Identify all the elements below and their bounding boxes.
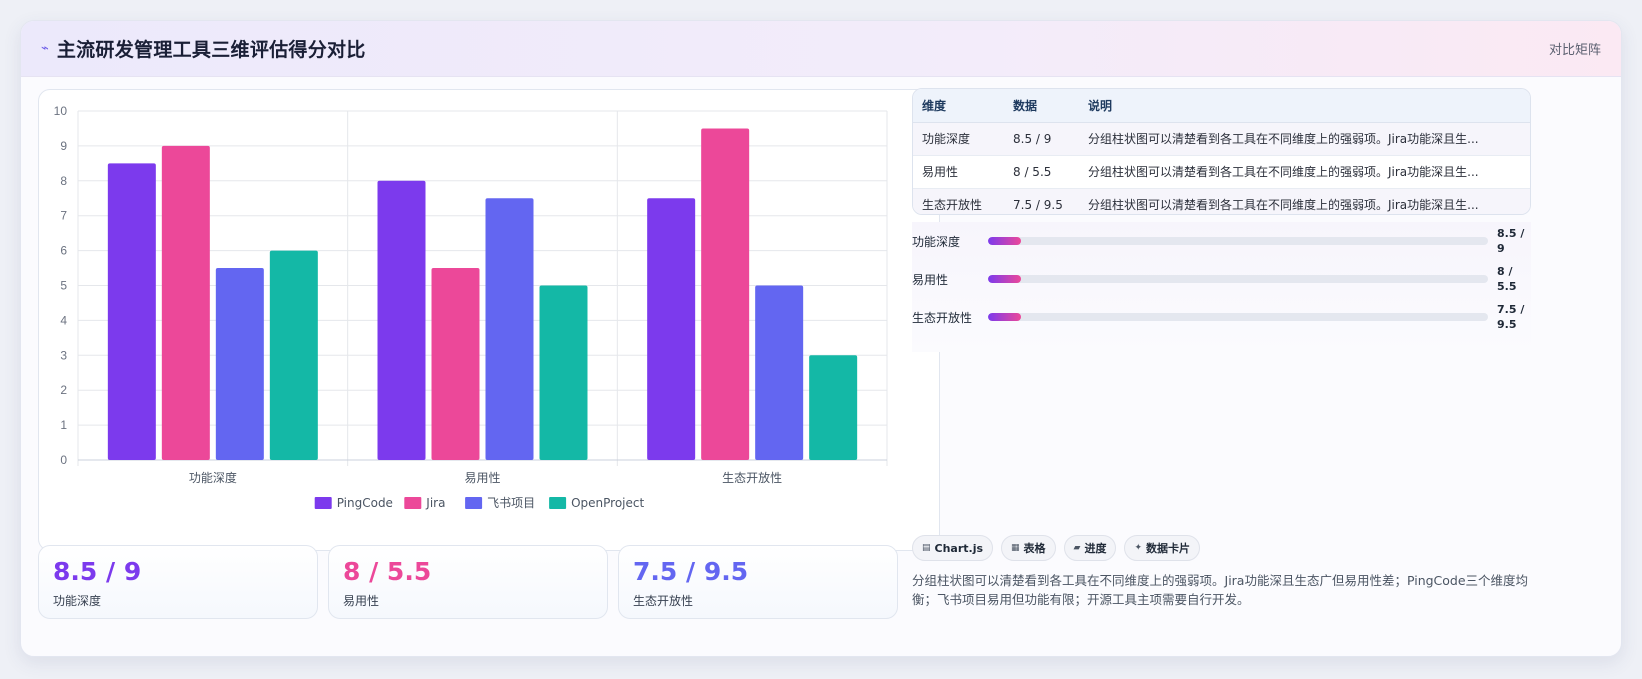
table-cell: 7.5 / 9.5 (1004, 188, 1079, 214)
table-icon: ▦ (1011, 543, 1020, 553)
chip-label: Chart.js (934, 541, 984, 555)
progress-icon: ▰ (1073, 543, 1081, 553)
progress-section: 功能深度 8.5 / 9 易用性 8 / 5.5 生态开放性 7.5 / 9.5 (912, 222, 1531, 352)
chip-table[interactable]: ▦ 表格 (1001, 535, 1056, 561)
table-row: 易用性 8 / 5.5 分组柱状图可以清楚看到各工具在不同维度上的强弱项。Jir… (913, 155, 1530, 189)
page-title: 主流研发管理工具三维评估得分对比 (56, 39, 366, 61)
progress-track (988, 313, 1488, 321)
chip-data-card[interactable]: ✦ 数据卡片 (1124, 535, 1201, 561)
chip-label: 进度 (1084, 542, 1107, 555)
chip-label: 表格 (1023, 542, 1046, 555)
y-tick-label: 8 (60, 174, 67, 188)
chart-icon: ▤ (922, 543, 931, 553)
column-header: 维度 (913, 89, 1004, 123)
summary-text: 分组柱状图可以清楚看到各工具在不同维度上的强弱项。Jira功能深且生态广但易用性… (912, 573, 1529, 607)
y-tick-label: 2 (60, 383, 67, 397)
progress-value: 7.5 / 9.5 (1497, 303, 1525, 331)
stat-label: 易用性 (343, 594, 380, 608)
table-cell: 8 / 5.5 (1004, 155, 1079, 189)
stat-card-2: 8 / 5.5 易用性 (328, 545, 608, 619)
y-tick-label: 9 (60, 139, 67, 153)
stat-card-3: 7.5 / 9.5 生态开放性 (618, 545, 898, 619)
bar (269, 250, 318, 460)
table-row: 功能深度 8.5 / 9 分组柱状图可以清楚看到各工具在不同维度上的强弱项。Ji… (913, 122, 1530, 156)
x-tick-label: 生态开放性 (722, 470, 782, 485)
progress-fill (988, 237, 1021, 245)
bar (377, 180, 426, 461)
feature-chips: ▤ Chart.js ▦ 表格 ▰ 进度 ✦ 数据卡片 (912, 535, 1201, 561)
grouped-bar-chart: 0 1 2 3 4 5 6 7 8 9 10 功能深度 易用性 生态开放性 PingCode Jira 飞书项目… (54, 104, 888, 510)
legend-swatch (404, 497, 422, 509)
stat-value: 8 / 5.5 (343, 557, 432, 586)
legend-swatch (549, 497, 567, 509)
progress-row: 易用性 8 / 5.5 (912, 263, 1531, 295)
y-tick-label: 3 (60, 348, 67, 362)
card-header: ⌁ 主流研发管理工具三维评估得分对比 对比矩阵 (21, 21, 1621, 77)
y-tick-label: 1 (60, 418, 67, 432)
header-tag: 对比矩阵 (1548, 43, 1601, 58)
bolt-icon: ⌁ (41, 41, 49, 56)
chip-progress[interactable]: ▰ 进度 (1063, 535, 1117, 561)
progress-label: 生态开放性 (912, 310, 973, 325)
table-header-row: 维度 数据 说明 (913, 89, 1530, 123)
table-cell: 易用性 (913, 155, 1004, 189)
stat-label: 功能深度 (53, 594, 102, 608)
table-cell: 分组柱状图可以清楚看到各工具在不同维度上的强弱项。Jira功能深且生... (1079, 188, 1530, 214)
table-cell: 生态开放性 (913, 188, 1004, 214)
legend-label: 飞书项目 (487, 496, 535, 510)
chip-chartjs[interactable]: ▤ Chart.js (912, 535, 994, 561)
table-cell: 功能深度 (913, 122, 1004, 156)
legend-swatch (465, 497, 483, 509)
bar (809, 355, 858, 460)
y-tick-label: 7 (60, 209, 67, 223)
y-tick-label: 5 (60, 279, 67, 293)
column-header: 数据 (1004, 89, 1079, 123)
progress-value: 8 / 5.5 (1497, 265, 1517, 293)
table-cell: 分组柱状图可以清楚看到各工具在不同维度上的强弱项。Jira功能深且生... (1079, 122, 1530, 156)
legend-label: PingCode (337, 496, 393, 510)
progress-track (988, 275, 1488, 283)
table-cell: 8.5 / 9 (1004, 122, 1079, 156)
data-table: 维度 数据 说明 功能深度 8.5 / 9 分组柱状图可以清楚看到各工具在不同维… (913, 89, 1530, 214)
bar (431, 268, 480, 460)
bar (161, 145, 210, 460)
progress-fill (988, 313, 1021, 321)
stat-value: 8.5 / 9 (53, 557, 142, 586)
bar (701, 128, 750, 460)
bar (647, 198, 696, 460)
bar (107, 163, 156, 460)
progress-row: 生态开放性 7.5 / 9.5 (912, 301, 1531, 333)
stat-value: 7.5 / 9.5 (633, 557, 749, 586)
progress-fill (988, 275, 1021, 283)
progress-value: 8.5 / 9 (1497, 227, 1525, 255)
column-header: 说明 (1079, 89, 1530, 123)
table-row: 生态开放性 7.5 / 9.5 分组柱状图可以清楚看到各工具在不同维度上的强弱项… (913, 188, 1530, 214)
progress-label: 易用性 (912, 272, 949, 287)
bar (485, 198, 534, 460)
legend-swatch (314, 497, 332, 509)
sparkle-icon: ✦ (1134, 543, 1143, 553)
legend-label: Jira (425, 496, 445, 510)
x-tick-label: 易用性 (464, 471, 500, 485)
chip-label: 数据卡片 (1146, 542, 1191, 555)
bar-chart-panel: 0 1 2 3 4 5 6 7 8 9 10 功能深度 易用性 生态开放性 PingCode Jira 飞书项目… (38, 89, 940, 551)
data-table-panel: 维度 数据 说明 功能深度 8.5 / 9 分组柱状图可以清楚看到各工具在不同维… (912, 88, 1531, 215)
progress-label: 功能深度 (912, 234, 961, 249)
stat-card-1: 8.5 / 9 功能深度 (38, 545, 318, 619)
y-tick-label: 6 (60, 244, 67, 258)
bar (215, 268, 264, 460)
x-tick-label: 功能深度 (189, 470, 237, 485)
y-tick-label: 0 (60, 453, 67, 467)
progress-row: 功能深度 8.5 / 9 (912, 225, 1531, 257)
stat-label: 生态开放性 (633, 594, 694, 608)
bar (755, 285, 804, 460)
bar (539, 285, 588, 460)
legend-label: OpenProject (571, 496, 644, 510)
table-cell: 分组柱状图可以清楚看到各工具在不同维度上的强弱项。Jira功能深且生... (1079, 155, 1530, 189)
progress-track (988, 237, 1488, 245)
y-tick-label: 4 (60, 313, 67, 327)
y-tick-label: 10 (54, 104, 68, 118)
